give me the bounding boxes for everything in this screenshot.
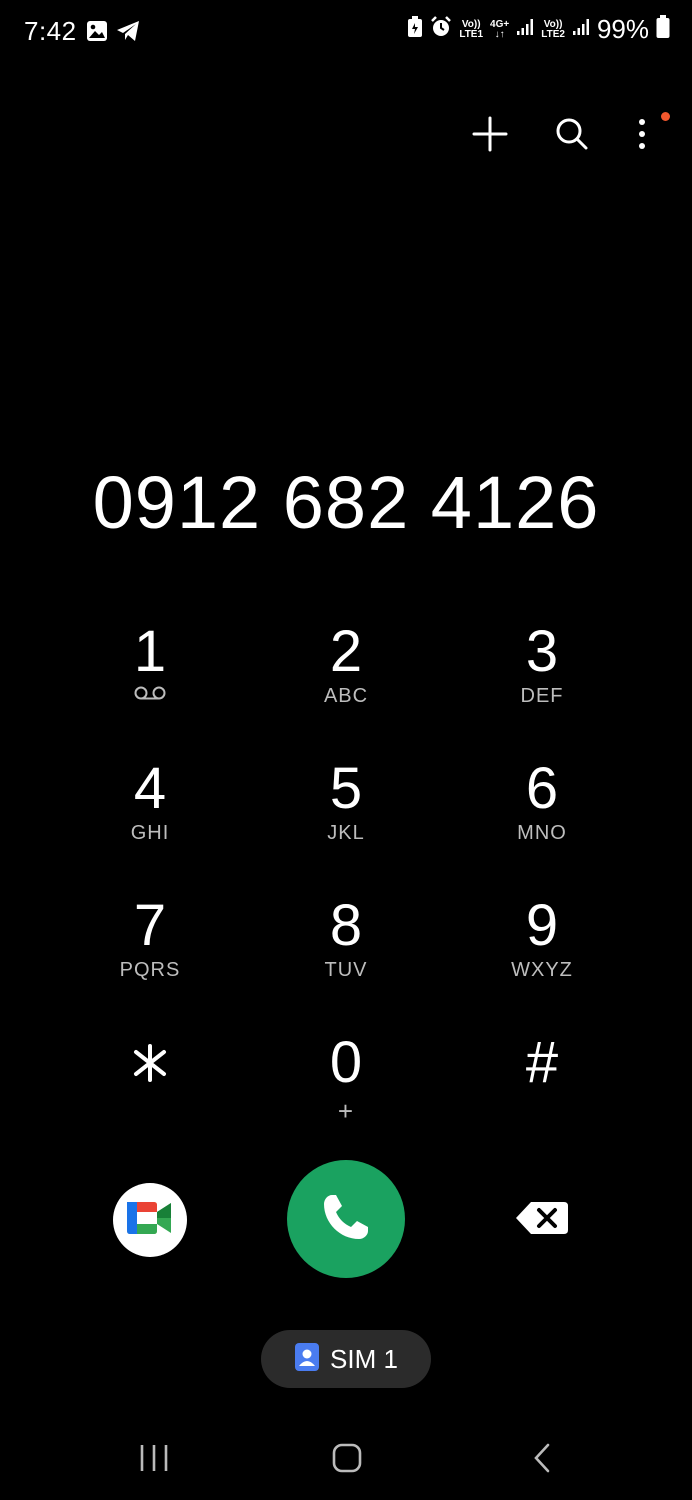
battery-saver-icon [407, 16, 423, 43]
home-icon [332, 1443, 362, 1478]
key-7[interactable]: 7 PQRS [52, 889, 248, 1026]
status-bar: 7:42 Vo)) LTE1 4G+ ↓↑ Vo)) LTE2 99% [0, 0, 692, 66]
search-button[interactable] [550, 112, 594, 160]
call-actions [0, 1160, 692, 1280]
sim2-network-indicator: Vo)) LTE2 [541, 18, 565, 40]
star-icon [130, 1032, 170, 1106]
key-6[interactable]: 6 MNO [444, 752, 640, 889]
image-icon [86, 20, 108, 47]
search-icon [555, 117, 589, 156]
data-network-indicator: 4G+ ↓↑ [490, 18, 510, 40]
navigation-bar [0, 1420, 692, 1500]
backspace-button[interactable] [514, 1200, 570, 1240]
sim1-network-indicator: Vo)) LTE1 [459, 18, 484, 40]
notification-dot [661, 112, 670, 121]
signal-icon [572, 18, 590, 41]
more-options-button[interactable] [632, 112, 670, 160]
sim-label: SIM 1 [330, 1343, 398, 1374]
recents-button[interactable] [124, 1438, 184, 1482]
battery-icon [656, 15, 670, 44]
key-9[interactable]: 9 WXYZ [444, 889, 640, 1026]
telegram-icon [116, 20, 140, 47]
key-star[interactable] [52, 1026, 248, 1163]
key-1[interactable]: 1 [52, 615, 248, 752]
plus-icon [472, 116, 508, 157]
key-hash[interactable]: # [444, 1026, 640, 1163]
add-contact-button[interactable] [468, 112, 512, 160]
back-icon [532, 1443, 552, 1478]
key-2[interactable]: 2 ABC [248, 615, 444, 752]
status-time: 7:42 [24, 16, 77, 46]
more-vertical-icon [638, 118, 646, 155]
recents-icon [139, 1444, 169, 1477]
key-5[interactable]: 5 JKL [248, 752, 444, 889]
key-4[interactable]: 4 GHI [52, 752, 248, 889]
key-8[interactable]: 8 TUV [248, 889, 444, 1026]
voicemail-icon [133, 685, 167, 707]
backspace-icon [515, 1201, 569, 1240]
toolbar [468, 112, 670, 160]
back-button[interactable] [512, 1438, 572, 1482]
call-button[interactable] [287, 1160, 405, 1278]
signal-icon [516, 18, 534, 41]
video-call-button[interactable] [113, 1183, 187, 1257]
phone-icon [318, 1189, 374, 1250]
google-meet-icon [125, 1198, 175, 1243]
alarm-icon [430, 16, 452, 43]
sim-selector-button[interactable]: SIM 1 [261, 1330, 431, 1388]
dial-keypad: 1 2 ABC 3 DEF 4 GHI 5 JKL 6 MNO 7 PQRS 8… [52, 615, 640, 1163]
key-3[interactable]: 3 DEF [444, 615, 640, 752]
home-button[interactable] [317, 1438, 377, 1482]
contact-card-icon [294, 1342, 320, 1377]
dialed-number[interactable]: 0912 682 4126 [0, 460, 692, 545]
key-0[interactable]: 0 + [248, 1026, 444, 1163]
battery-percentage: 99% [596, 14, 649, 44]
